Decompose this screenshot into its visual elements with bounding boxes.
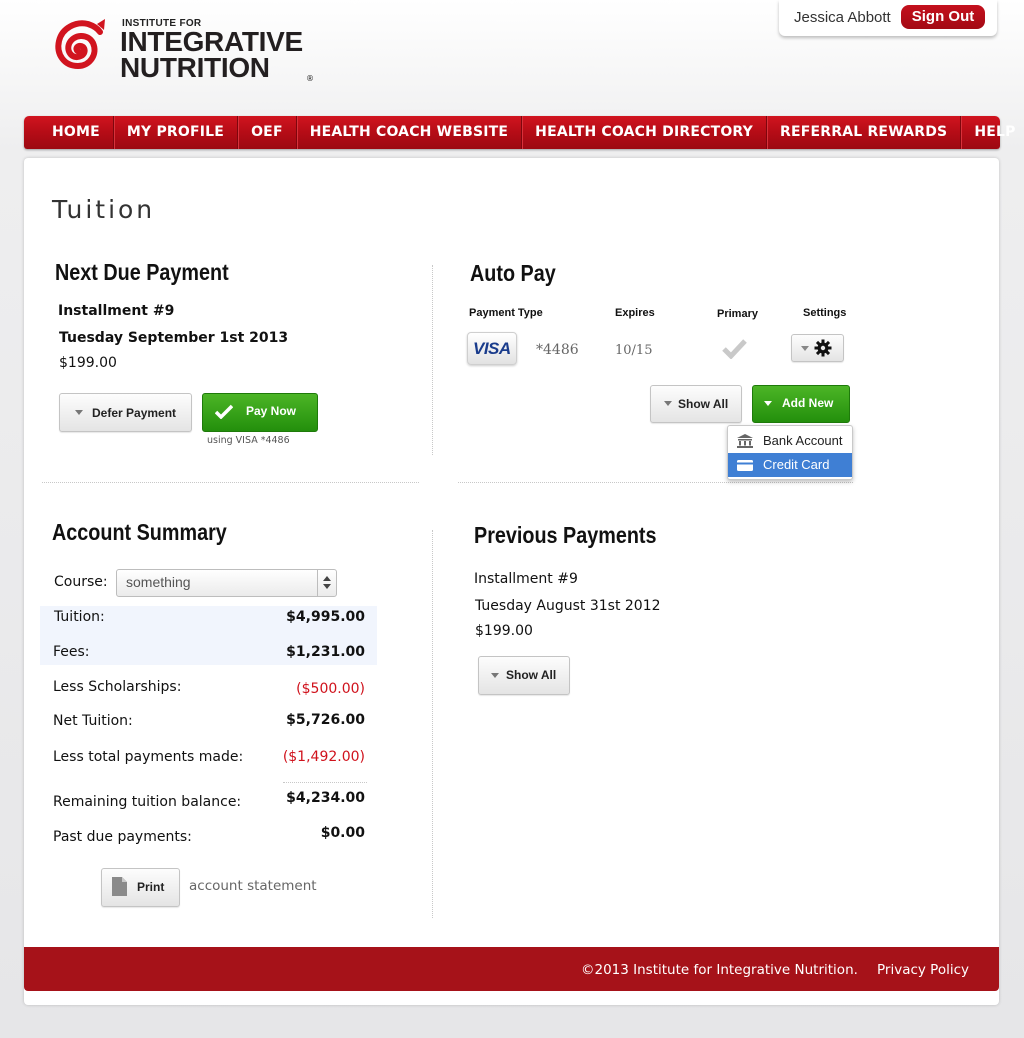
summary-net-tuition-label: Net Tuition: xyxy=(53,713,133,729)
card-number: *4486 xyxy=(536,342,579,358)
bank-account-label: Bank Account xyxy=(763,433,843,448)
divider-summary-short xyxy=(283,782,367,783)
summary-tuition-value: $4,995.00 xyxy=(286,609,365,625)
defer-payment-button[interactable]: Defer Payment xyxy=(59,393,192,432)
account-summary-heading: Account Summary xyxy=(52,519,227,545)
divider-horizontal-left xyxy=(42,482,419,483)
nav-referral-rewards[interactable]: REFERRAL REWARDS xyxy=(767,116,962,149)
nav-home[interactable]: HOME xyxy=(24,116,114,149)
previous-show-all-button[interactable]: Show All xyxy=(478,656,570,695)
nav-health-coach-website[interactable]: HEALTH COACH WEBSITE xyxy=(297,116,523,149)
next-due-heading: Next Due Payment xyxy=(55,259,229,285)
col-primary: Primary xyxy=(717,308,758,320)
summary-payments-value: ($1,492.00) xyxy=(282,749,365,765)
divider-vertical-top xyxy=(432,265,433,455)
add-new-label: Add New xyxy=(782,396,834,410)
visa-card-icon: VISA xyxy=(467,332,517,365)
pay-using-caption: using VISA *4486 xyxy=(207,435,290,446)
footer: ©2013 Institute for Integrative Nutritio… xyxy=(24,947,999,991)
summary-remaining-value: $4,234.00 xyxy=(286,790,365,806)
course-select-value: something xyxy=(126,574,191,590)
chevron-down-icon xyxy=(764,401,772,406)
card-expires: 10/15 xyxy=(615,343,653,358)
footer-copyright: ©2013 Institute for Integrative Nutritio… xyxy=(581,962,858,978)
next-due-installment: Installment #9 xyxy=(58,303,175,319)
logo-text-nutrition: NUTRITION xyxy=(120,52,270,83)
menu-item-credit-card[interactable]: Credit Card xyxy=(728,453,852,477)
chevron-down-icon xyxy=(664,401,672,406)
summary-payments-label: Less total payments made: xyxy=(53,749,244,765)
nav-health-coach-directory[interactable]: HEALTH COACH DIRECTORY xyxy=(522,116,767,149)
summary-remaining-label: Remaining tuition balance: xyxy=(53,794,242,810)
previous-date: Tuesday August 31st 2012 xyxy=(475,598,661,614)
swirl-logo-icon xyxy=(55,19,105,70)
bank-icon xyxy=(737,434,753,448)
gear-icon xyxy=(814,339,832,357)
nav-oef[interactable]: OEF xyxy=(238,116,297,149)
page-title: Tuition xyxy=(52,195,156,224)
autopay-show-all-button[interactable]: Show All xyxy=(650,385,742,423)
main-nav: HOME MY PROFILE OEF HEALTH COACH WEBSITE… xyxy=(24,116,1015,149)
credit-card-icon xyxy=(737,460,753,471)
print-label: Print xyxy=(137,880,165,894)
course-select[interactable]: something xyxy=(116,569,337,597)
divider-vertical-bottom xyxy=(432,530,433,918)
pay-now-button[interactable]: Pay Now xyxy=(202,393,318,432)
course-label: Course: xyxy=(54,574,108,590)
summary-net-tuition-value: $5,726.00 xyxy=(286,712,365,728)
summary-tuition-label: Tuition: xyxy=(54,609,105,625)
privacy-policy-link[interactable]: Privacy Policy xyxy=(877,962,969,978)
user-box: Jessica Abbott Sign Out xyxy=(779,0,997,36)
summary-scholarships-value: ($500.00) xyxy=(296,681,365,697)
document-icon xyxy=(112,877,127,896)
select-arrows-icon xyxy=(317,570,336,596)
col-settings: Settings xyxy=(803,307,847,319)
previous-installment: Installment #9 xyxy=(474,571,578,587)
settings-button[interactable] xyxy=(791,334,844,362)
registered-mark: ® xyxy=(306,74,314,83)
previous-show-all-label: Show All xyxy=(506,668,557,682)
print-button[interactable]: Print xyxy=(101,868,180,907)
summary-past-due-value: $0.00 xyxy=(320,825,365,841)
primary-check-icon xyxy=(722,339,747,359)
previous-payments-heading: Previous Payments xyxy=(474,522,657,548)
print-caption: account statement xyxy=(189,878,317,894)
summary-past-due-label: Past due payments: xyxy=(53,829,192,845)
user-name: Jessica Abbott xyxy=(794,9,891,26)
nav-my-profile[interactable]: MY PROFILE xyxy=(114,116,239,149)
checkmark-icon xyxy=(215,404,233,419)
col-payment-type: Payment Type xyxy=(469,307,543,319)
summary-fees-value: $1,231.00 xyxy=(286,644,365,660)
sign-out-button[interactable]: Sign Out xyxy=(901,5,985,29)
pay-now-label: Pay Now xyxy=(246,404,297,418)
visa-logo-text: VISA xyxy=(473,339,511,358)
chevron-down-icon xyxy=(75,410,83,415)
chevron-down-icon xyxy=(801,346,809,351)
add-new-menu: Bank Account Credit Card xyxy=(727,425,853,480)
credit-card-label: Credit Card xyxy=(763,457,830,472)
auto-pay-heading: Auto Pay xyxy=(470,260,556,286)
next-due-amount: $199.00 xyxy=(59,355,117,371)
next-due-date: Tuesday September 1st 2013 xyxy=(59,330,289,346)
nav-help[interactable]: HELP xyxy=(961,116,1024,149)
chevron-down-icon xyxy=(491,673,499,678)
defer-payment-label: Defer Payment xyxy=(92,406,177,420)
menu-item-bank-account[interactable]: Bank Account xyxy=(728,429,852,453)
col-expires: Expires xyxy=(615,307,655,319)
summary-scholarships-label: Less Scholarships: xyxy=(53,679,182,695)
divider-horizontal-right xyxy=(458,482,853,483)
autopay-show-all-label: Show All xyxy=(678,397,729,411)
summary-fees-label: Fees: xyxy=(53,644,90,660)
add-new-button[interactable]: Add New xyxy=(752,385,850,423)
previous-amount: $199.00 xyxy=(475,623,533,639)
iin-logo[interactable]: INSTITUTE FOR INTEGRATIVE NUTRITION ® xyxy=(50,16,314,86)
